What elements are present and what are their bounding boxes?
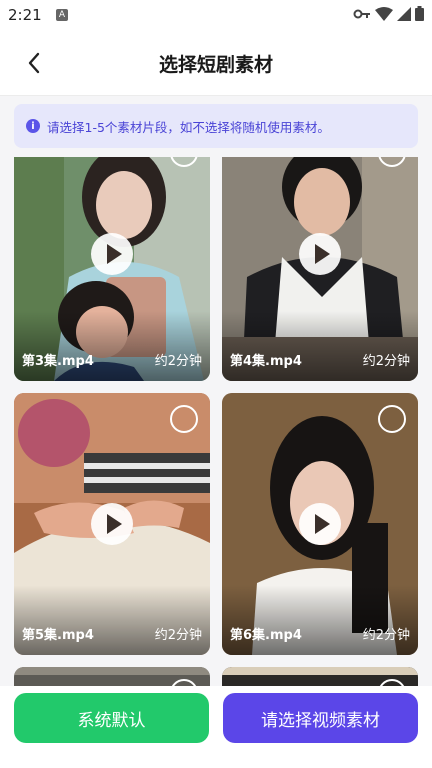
signal-icon xyxy=(397,6,411,21)
notification-icon: A xyxy=(56,9,68,21)
card-shade xyxy=(222,585,418,655)
notice-banner: i 请选择1-5个素材片段，如不选择将随机使用素材。 xyxy=(14,104,418,148)
clip-card[interactable]: 第3集.mp4 约2分钟 xyxy=(14,157,210,381)
card-shade xyxy=(14,585,210,655)
select-checkbox[interactable] xyxy=(170,405,198,433)
clip-card[interactable] xyxy=(222,667,418,686)
status-icons xyxy=(353,6,424,21)
status-bar: 2:21 A xyxy=(0,0,432,30)
clip-title: 第6集.mp4 xyxy=(230,628,302,643)
clip-duration: 约2分钟 xyxy=(362,354,410,369)
clip-duration: 约2分钟 xyxy=(154,628,202,643)
header: 选择短剧素材 xyxy=(0,30,432,96)
page-title: 选择短剧素材 xyxy=(158,54,273,76)
status-time: 2:21 xyxy=(8,6,42,24)
card-shade xyxy=(14,311,210,381)
clip-title: 第5集.mp4 xyxy=(22,628,94,643)
play-icon[interactable] xyxy=(91,233,133,275)
clip-duration: 约2分钟 xyxy=(362,628,410,643)
clip-title: 第3集.mp4 xyxy=(22,354,94,369)
clip-card[interactable]: 第5集.mp4 约2分钟 xyxy=(14,393,210,655)
play-icon[interactable] xyxy=(299,233,341,275)
clip-grid: 第3集.mp4 约2分钟 第4集.mp4 约2分钟 第5集.mp4 约2分钟 第… xyxy=(0,157,432,686)
battery-icon xyxy=(415,6,424,21)
clip-duration: 约2分钟 xyxy=(154,354,202,369)
key-icon xyxy=(353,9,370,18)
wifi-icon xyxy=(375,6,393,21)
bottom-action-bar: 系统默认 请选择视频素材 xyxy=(0,686,432,768)
select-checkbox[interactable] xyxy=(378,405,406,433)
clip-card[interactable]: 第4集.mp4 约2分钟 xyxy=(222,157,418,381)
notice-text: 请选择1-5个素材片段，如不选择将随机使用素材。 xyxy=(47,119,330,135)
card-shade xyxy=(222,311,418,381)
clip-title: 第4集.mp4 xyxy=(230,354,302,369)
clip-card[interactable] xyxy=(14,667,210,686)
clip-card[interactable]: 第6集.mp4 约2分钟 xyxy=(222,393,418,655)
play-icon[interactable] xyxy=(299,503,341,545)
system-default-button[interactable]: 系统默认 xyxy=(14,693,209,743)
info-icon: i xyxy=(26,119,40,133)
play-icon[interactable] xyxy=(91,503,133,545)
select-video-button[interactable]: 请选择视频素材 xyxy=(223,693,418,743)
